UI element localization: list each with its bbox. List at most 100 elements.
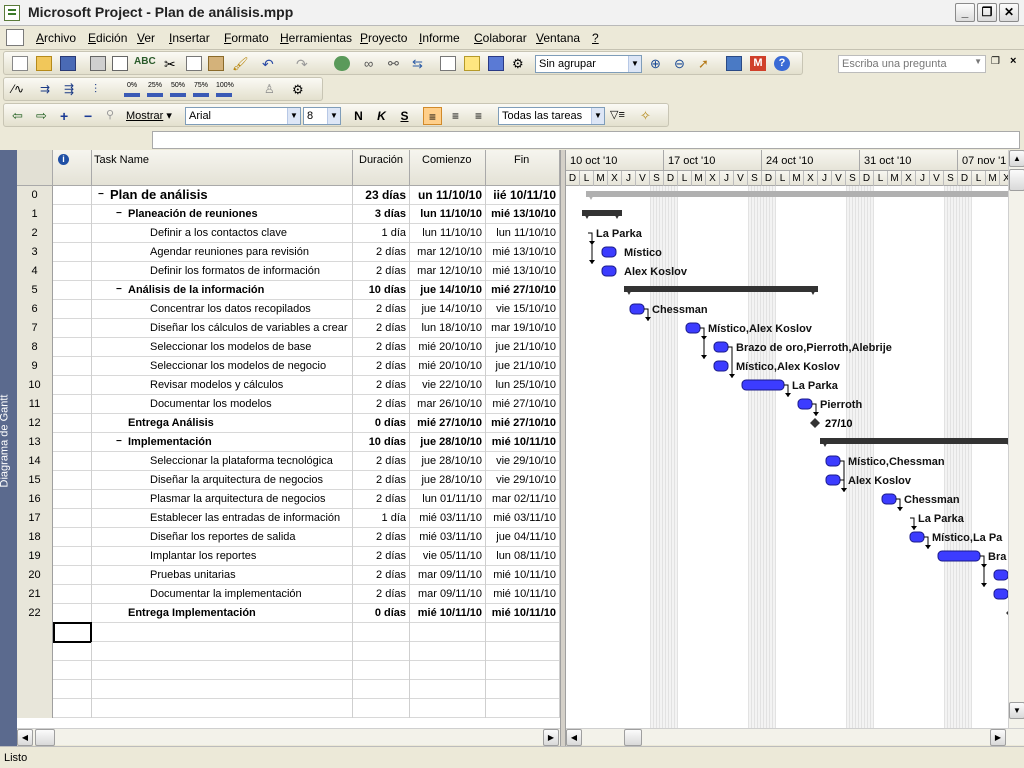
finish-cell[interactable]: mié 10/11/10 [486,604,560,623]
task-name-cell[interactable]: Diseñar la arquitectura de negocios [92,471,353,490]
indicator-cell[interactable] [53,319,92,338]
task-name-cell[interactable]: − Plan de análisis [92,186,353,205]
table-row[interactable]: 13− Implementación 10 días jue 28/10/10 mié … [17,433,560,452]
indicator-cell[interactable] [53,490,92,509]
column-header-duration[interactable]: Duración [353,150,410,186]
menu-item-insertar[interactable]: Insertar [169,31,210,45]
task-name-cell[interactable]: Definir los formatos de información [92,262,353,281]
start-cell[interactable]: un 11/10/10 [410,186,486,205]
finish-cell[interactable]: lun 08/11/10 [486,547,560,566]
table-row[interactable]: 12 Entrega Análisis 0 días mié 27/10/10 mié … [17,414,560,433]
duration-cell[interactable] [353,680,410,699]
vertical-scrollbar[interactable]: ▲ ▼ [1008,150,1024,728]
start-cell[interactable] [410,661,486,680]
task-name-cell[interactable]: Seleccionar la plataforma tecnológica [92,452,353,471]
task-name-cell[interactable]: Revisar modelos y cálculos [92,376,353,395]
finish-cell[interactable]: vie 15/10/10 [486,300,560,319]
print-preview-icon[interactable] [112,56,128,71]
task-bar[interactable] [741,379,785,391]
task-bar[interactable] [993,569,1008,581]
corner-header[interactable] [17,150,53,186]
table-row[interactable]: 0− Plan de análisis 23 días un 11/10/10 iié … [17,186,560,205]
row-number[interactable]: 15 [17,471,53,490]
finish-cell[interactable] [486,623,560,642]
row-number[interactable]: 3 [17,243,53,262]
task-name-cell[interactable]: Establecer las entradas de información [92,509,353,528]
task-name-cell[interactable]: Diseñar los cálculos de variables a crea… [92,319,353,338]
row-number[interactable]: 13 [17,433,53,452]
document-icon[interactable] [6,29,24,46]
table-scroll-thumb[interactable] [35,729,55,746]
view-bar[interactable]: Diagrama de Gantt [0,150,17,746]
table-row[interactable]: 17 Establecer las entradas de información… [17,509,560,528]
duration-cell[interactable]: 2 días [353,395,410,414]
task-info-icon[interactable] [440,56,456,71]
table-row[interactable]: 1− Planeación de reuniones 3 días lun 11/10… [17,205,560,224]
hide-subtasks-icon[interactable]: − [84,108,100,124]
finish-cell[interactable]: vie 29/10/10 [486,452,560,471]
menu-item-ver[interactable]: Ver [137,31,155,45]
percent-complete-100-button[interactable]: 100% [216,82,234,97]
show-subtasks-icon[interactable]: + [60,108,76,124]
row-number[interactable]: 21 [17,585,53,604]
finish-cell[interactable]: mié 10/11/10 [486,585,560,604]
task-bar[interactable] [629,303,645,315]
scroll-thumb[interactable] [1009,169,1024,191]
collapse-icon[interactable]: − [98,186,104,204]
duration-cell[interactable]: 1 día [353,509,410,528]
task-bar[interactable] [685,322,701,334]
finish-cell[interactable]: mié 10/11/10 [486,433,560,452]
indicator-cell[interactable] [53,186,92,205]
copy-icon[interactable] [186,56,202,71]
menu-item-help[interactable]: ? [592,31,599,45]
table-scroll-right-icon[interactable]: ▶ [543,729,559,746]
indicator-cell[interactable] [53,433,92,452]
task-name-cell[interactable]: − Análisis de la información [92,281,353,300]
align-right-icon[interactable]: ≡ [469,107,488,125]
table-row[interactable]: 22 Entrega Implementación 0 días mié 10/11/… [17,604,560,623]
start-cell[interactable]: mar 12/10/10 [410,262,486,281]
row-number[interactable]: 19 [17,547,53,566]
task-name-cell[interactable]: Seleccionar los modelos de negocio [92,357,353,376]
table-row[interactable]: 7 Diseñar los cálculos de variables a cre… [17,319,560,338]
start-cell[interactable]: mié 03/11/10 [410,528,486,547]
indicator-cell[interactable] [53,471,92,490]
doc-close-icon[interactable]: × [1010,55,1016,67]
update-as-scheduled-icon[interactable]: ⇉ [40,82,56,97]
task-bar[interactable] [713,360,729,372]
start-cell[interactable]: mar 12/10/10 [410,243,486,262]
table-row[interactable]: 2 Definir a los contactos clave 1 día lun 1… [17,224,560,243]
indicator-cell[interactable] [53,376,92,395]
finish-cell[interactable]: mié 03/11/10 [486,509,560,528]
table-row[interactable]: 6 Concentrar los datos recopilados 2 días j… [17,300,560,319]
indicator-cell[interactable] [53,338,92,357]
task-name-cell[interactable]: Definir a los contactos clave [92,224,353,243]
new-icon[interactable] [12,56,28,71]
doc-restore-icon[interactable]: ❐ [991,56,1000,67]
row-number[interactable]: 5 [17,281,53,300]
start-cell[interactable]: mar 09/11/10 [410,566,486,585]
table-hscrollbar[interactable]: ◀ ▶ [17,728,560,746]
duration-cell[interactable]: 2 días [353,490,410,509]
task-name-cell[interactable] [92,680,353,699]
start-cell[interactable]: lun 18/10/10 [410,319,486,338]
font-size-select[interactable]: 8 ▼ [303,107,341,125]
start-cell[interactable]: lun 11/10/10 [410,224,486,243]
indicator-cell[interactable] [53,566,92,585]
zoom-in-icon[interactable]: ⊕ [650,56,666,71]
duration-cell[interactable]: 2 días [353,300,410,319]
duration-cell[interactable]: 0 días [353,604,410,623]
task-bar[interactable] [825,474,841,486]
finish-cell[interactable] [486,661,560,680]
duration-cell[interactable] [353,642,410,661]
task-name-cell[interactable]: Documentar los modelos [92,395,353,414]
assignments-icon[interactable]: ⚲ [106,108,122,123]
task-name-cell[interactable]: Plasmar la arquitectura de negocios [92,490,353,509]
table-row[interactable]: 3 Agendar reuniones para revisión 2 días ma… [17,243,560,262]
start-cell[interactable]: lun 11/10/10 [410,205,486,224]
duration-cell[interactable]: 23 días [353,186,410,205]
duration-cell[interactable]: 2 días [353,471,410,490]
column-header-finish[interactable]: Fin [486,150,560,186]
align-center-icon[interactable]: ≡ [446,107,465,125]
workgroup-icon[interactable]: ⚙ [292,82,308,97]
